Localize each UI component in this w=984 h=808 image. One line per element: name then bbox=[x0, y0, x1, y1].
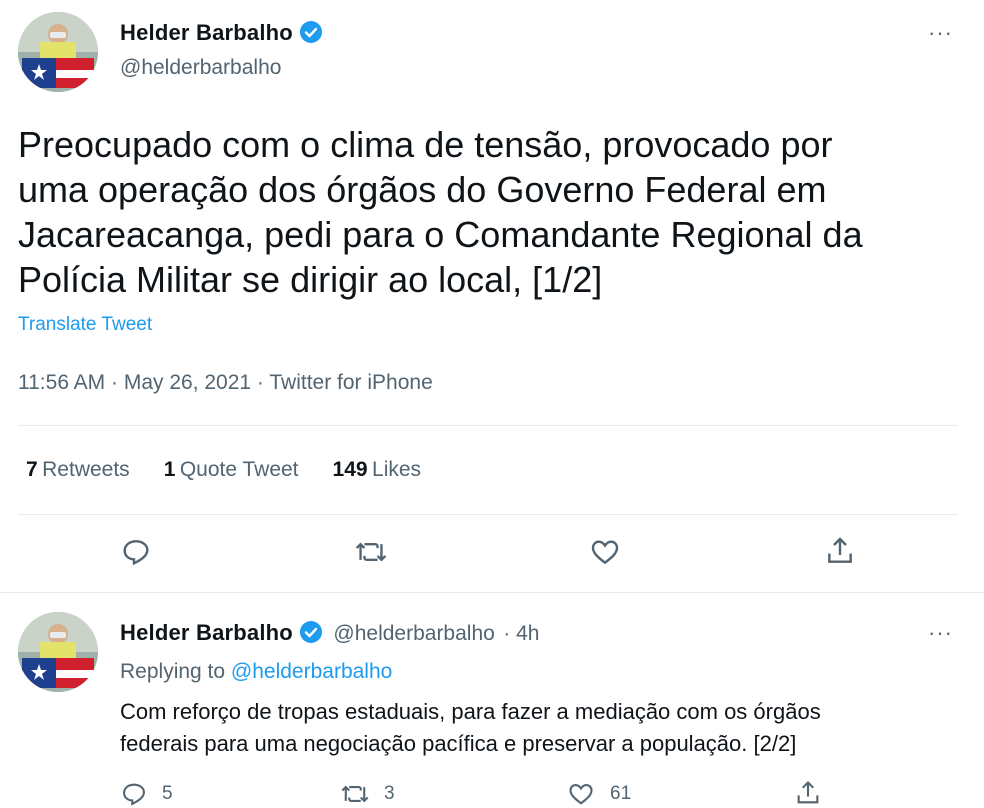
quote-tweets-stat[interactable]: 1 Quote Tweet bbox=[164, 458, 299, 482]
replying-to: Replying to @helderbarbalho bbox=[120, 660, 392, 684]
tweet-line: uma operação dos órgãos do Governo Feder… bbox=[18, 169, 827, 210]
reply-text: Com reforço de tropas estaduais, para fa… bbox=[120, 696, 970, 760]
reply-author-name[interactable]: Helder Barbalho bbox=[120, 620, 293, 645]
verified-badge-icon bbox=[299, 621, 322, 643]
retweets-stat[interactable]: 7 Retweets bbox=[26, 458, 130, 482]
reply-avatar[interactable] bbox=[18, 612, 98, 692]
reply-retweets-count: 3 bbox=[384, 783, 395, 804]
share-button[interactable] bbox=[824, 534, 856, 568]
author-handle[interactable]: @helderbarbalho bbox=[120, 56, 281, 80]
reply-replies-count: 5 bbox=[162, 783, 173, 804]
retweets-count: 7 bbox=[26, 458, 38, 481]
replying-to-handle-link[interactable]: @helderbarbalho bbox=[231, 660, 392, 683]
retweets-label: Retweets bbox=[42, 458, 130, 481]
likes-count: 149 bbox=[332, 458, 368, 481]
translate-tweet-link[interactable]: Translate Tweet bbox=[18, 314, 152, 336]
tweet-stats: 7 Retweets 1 Quote Tweet 149 Likes bbox=[26, 458, 421, 482]
more-options-icon[interactable]: ··· bbox=[928, 20, 953, 46]
likes-stat[interactable]: 149 Likes bbox=[333, 458, 422, 482]
likes-label: Likes bbox=[372, 458, 422, 481]
share-icon bbox=[828, 537, 852, 563]
divider bbox=[18, 425, 958, 426]
reply-likes-count: 61 bbox=[610, 783, 632, 804]
avatar-image bbox=[18, 12, 98, 92]
replying-to-label: Replying to bbox=[120, 660, 226, 683]
quote-tweets-label: Quote Tweet bbox=[179, 458, 299, 481]
verified-badge-icon bbox=[299, 21, 322, 43]
tweet-line: Polícia Militar se dirigir ao local, [1/… bbox=[18, 259, 603, 300]
avatar-image bbox=[18, 612, 98, 692]
tweet-text: Preocupado com o clima de tensão, provoc… bbox=[18, 122, 968, 302]
divider bbox=[0, 592, 984, 593]
reply-icon bbox=[123, 540, 149, 566]
author-name-text: Helder Barbalho bbox=[120, 20, 293, 45]
avatar[interactable] bbox=[18, 12, 98, 92]
reply-line: Com reforço de tropas estaduais, para fa… bbox=[120, 699, 821, 724]
retweet-icon bbox=[355, 542, 387, 562]
reply-timestamp[interactable]: · 4h bbox=[503, 622, 539, 645]
heart-icon bbox=[591, 540, 619, 565]
quote-tweets-count: 1 bbox=[163, 458, 176, 481]
tweet-line: Preocupado com o clima de tensão, provoc… bbox=[18, 124, 833, 165]
retweet-button[interactable] bbox=[354, 536, 388, 568]
tweet-line: Jacareacanga, pedi para o Comandante Reg… bbox=[18, 214, 863, 255]
tweet-meta[interactable]: 11:56 AM · May 26, 2021 · Twitter for iP… bbox=[18, 371, 433, 395]
reply-more-options-icon[interactable]: ··· bbox=[928, 620, 953, 646]
reply-author-handle[interactable]: @helderbarbalho bbox=[333, 622, 494, 645]
reply-button[interactable] bbox=[120, 536, 152, 568]
author-name[interactable]: Helder Barbalho bbox=[120, 20, 323, 46]
divider bbox=[18, 514, 958, 515]
reply-header: Helder Barbalho @helderbarbalho · 4h bbox=[120, 620, 539, 646]
reply-line: federais para uma negociação pacífica e … bbox=[120, 731, 797, 756]
like-button[interactable] bbox=[588, 536, 622, 568]
